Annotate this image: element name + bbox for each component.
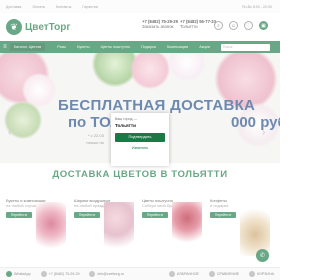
change-city-link[interactable]: Изменить xyxy=(115,146,165,150)
modal-question: Ваш город — xyxy=(115,117,138,121)
confirm-city-button[interactable]: Подтвердить xyxy=(115,133,165,142)
city-confirm-modal: Ваш город — Тольятти Подтвердить Изменит… xyxy=(111,113,169,166)
modal-city: Тольятти xyxy=(115,123,136,128)
